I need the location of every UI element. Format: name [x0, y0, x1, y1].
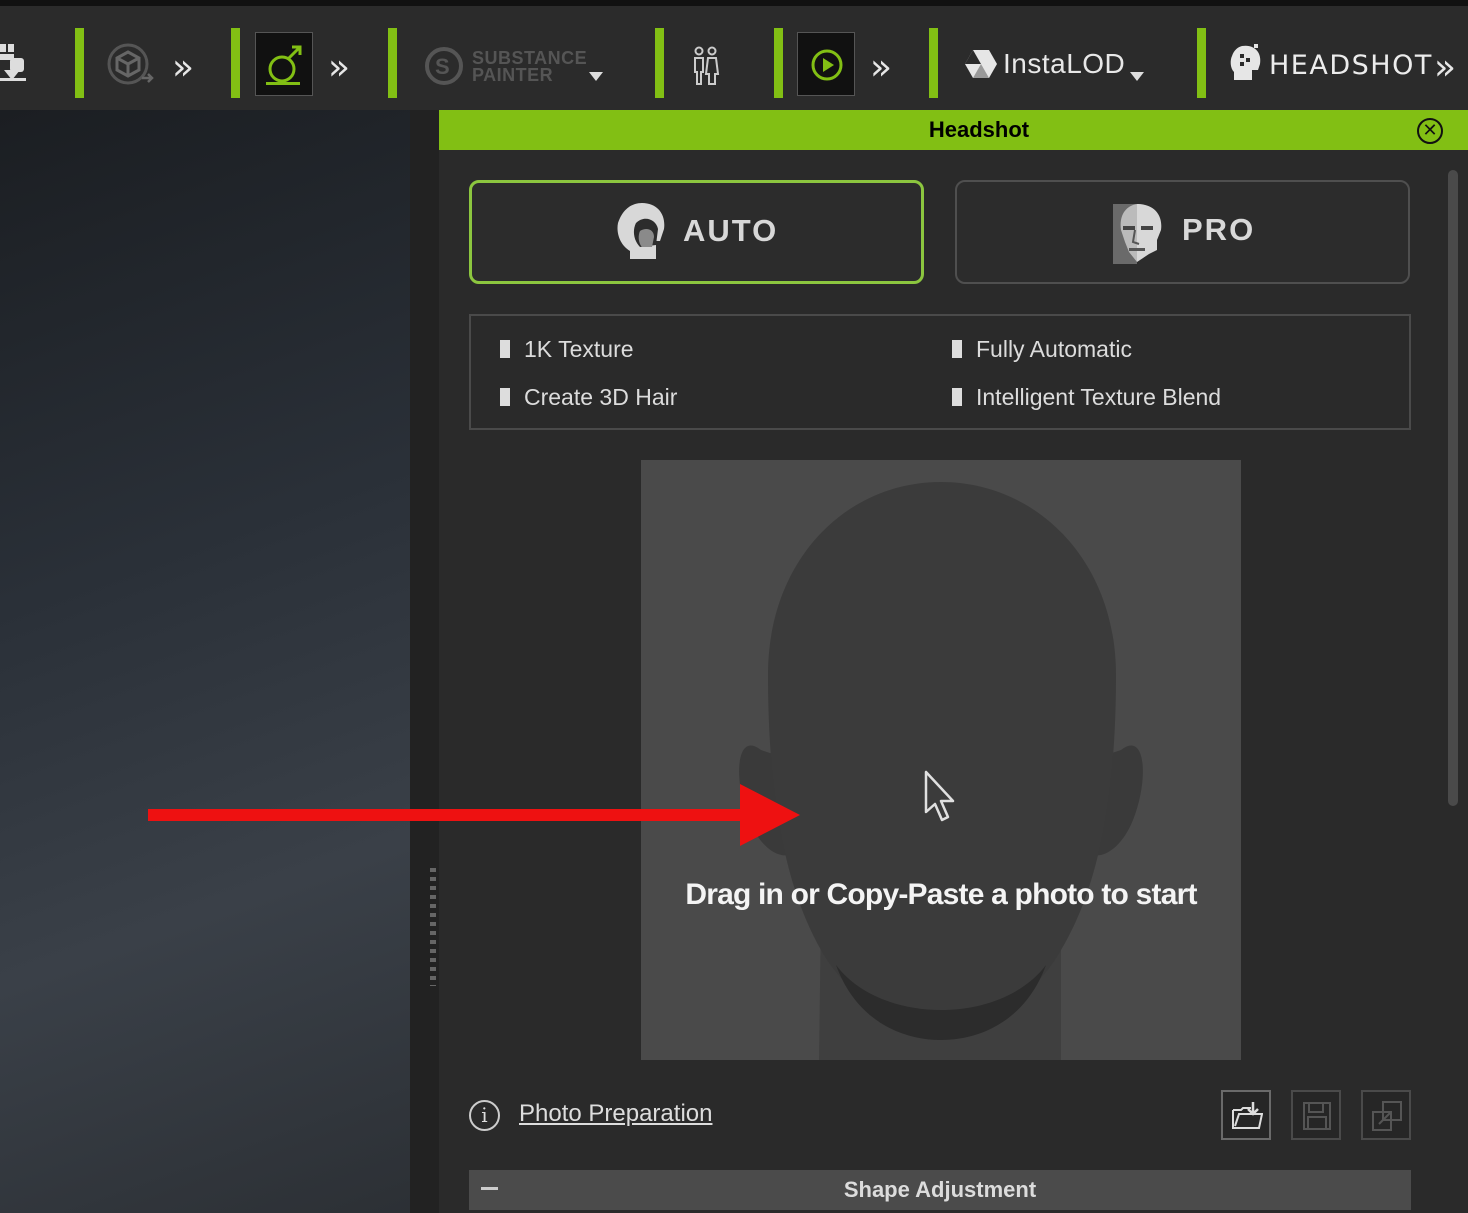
instalod-icon[interactable] — [964, 48, 998, 80]
toolbar-separator — [231, 28, 240, 98]
auto-mode-button[interactable]: AUTO — [469, 180, 924, 284]
auto-features-list: 1K Texture Fully Automatic Create 3D Hai… — [469, 314, 1411, 430]
headshot-label[interactable]: HEADSHOT — [1269, 50, 1433, 81]
svg-text:S: S — [435, 54, 450, 79]
pro-head-icon — [1111, 200, 1167, 271]
pro-mode-button[interactable]: PRO — [955, 180, 1410, 284]
toolbar-separator — [774, 28, 783, 98]
info-icon[interactable]: i — [469, 1100, 500, 1131]
save-button[interactable] — [1291, 1090, 1341, 1140]
photo-preparation-link[interactable]: Photo Preparation — [519, 1100, 712, 1128]
section-title: Shape Adjustment — [843, 1177, 1037, 1202]
red-arrow-annotation — [148, 784, 800, 846]
figures-icon[interactable] — [691, 46, 721, 86]
substance-painter-icon[interactable]: S — [424, 44, 468, 88]
auto-head-icon — [616, 201, 668, 268]
3d-viewport[interactable] — [0, 110, 410, 1213]
pro-mode-label: PRO — [1182, 212, 1256, 247]
export-button[interactable] — [1361, 1090, 1411, 1140]
headshot-icon[interactable] — [1228, 42, 1264, 84]
character-transfer-icon[interactable] — [0, 40, 30, 84]
feature-bullet — [952, 388, 962, 406]
instalod-dropdown-caret[interactable] — [1130, 72, 1144, 81]
toolbar-separator — [388, 28, 397, 98]
import-photo-button[interactable] — [1221, 1090, 1271, 1140]
head-silhouette-icon — [739, 482, 1143, 1060]
feature-bullet — [952, 340, 962, 358]
panel-resize-handle[interactable] — [430, 868, 436, 986]
feature-item: 1K Texture — [500, 336, 634, 363]
photo-drop-zone[interactable]: Drag in or Copy-Paste a photo to start — [641, 460, 1241, 1060]
substance-painter-label[interactable]: SUBSTANCE PAINTER — [472, 49, 587, 84]
panel-header: Headshot ✕ — [439, 110, 1468, 150]
toolbar-separator — [655, 28, 664, 98]
drop-zone-hint: Drag in or Copy-Paste a photo to start — [685, 878, 1197, 911]
play-tool-button[interactable] — [797, 32, 855, 96]
top-toolbar: » » S SUBSTANCE PAINTER » InstaLOD HEADS… — [0, 0, 1468, 110]
cube-sync-icon[interactable] — [106, 42, 154, 88]
feature-bullet — [500, 340, 510, 358]
morph-tool-button[interactable] — [255, 32, 313, 96]
feature-item: Fully Automatic — [952, 336, 1132, 363]
expand-chevron[interactable]: » — [870, 50, 892, 86]
substance-dropdown-caret[interactable] — [589, 72, 603, 81]
export-icon — [1371, 1100, 1403, 1137]
expand-chevron[interactable]: » — [328, 50, 350, 86]
headshot-panel: Headshot ✕ AUTO PRO 1K Texture Fully Aut… — [439, 110, 1468, 1213]
instalod-label[interactable]: InstaLOD — [1003, 48, 1125, 80]
shape-adjustment-section-header[interactable]: Shape Adjustment — [469, 1170, 1411, 1210]
feature-bullet — [500, 388, 510, 406]
toolbar-separator — [1197, 28, 1206, 98]
close-panel-button[interactable]: ✕ — [1417, 118, 1443, 144]
panel-scrollbar[interactable] — [1448, 170, 1458, 806]
play-icon — [810, 48, 844, 87]
expand-chevron[interactable]: » — [1434, 50, 1456, 86]
toolbar-separator — [929, 28, 938, 98]
morph-icon — [264, 43, 306, 92]
feature-item: Intelligent Texture Blend — [952, 384, 1221, 411]
auto-mode-label: AUTO — [683, 213, 779, 248]
close-icon: ✕ — [1422, 120, 1438, 140]
feature-item: Create 3D Hair — [500, 384, 677, 411]
save-icon — [1302, 1101, 1332, 1136]
toolbar-separator — [75, 28, 84, 98]
expand-chevron[interactable]: » — [172, 50, 194, 86]
panel-title: Headshot — [928, 117, 1030, 142]
import-folder-icon — [1231, 1100, 1264, 1137]
